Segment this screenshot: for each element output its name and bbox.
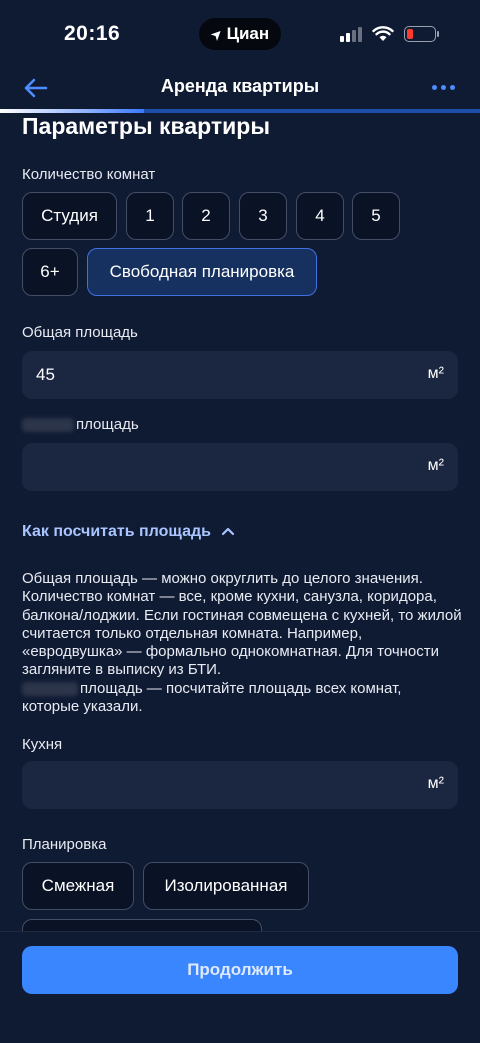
wifi-icon — [372, 26, 394, 41]
layout-chip-adjacent[interactable]: Смежная — [22, 862, 134, 910]
bottom-bar: Продолжить — [0, 931, 480, 1043]
living-area-field: м² — [22, 443, 458, 491]
layout-chip-more[interactable] — [22, 919, 262, 931]
continue-button[interactable]: Продолжить — [22, 946, 458, 994]
room-chip-5[interactable]: 5 — [352, 192, 400, 240]
nav-title: Аренда квартиры — [160, 76, 320, 96]
status-bar: 20:16 ➤ Циан — [0, 0, 480, 66]
rooms-label: Количество комнат — [22, 166, 156, 183]
location-arrow-icon: ➤ — [206, 23, 227, 44]
room-chip-free-layout[interactable]: Свободная планировка — [87, 248, 317, 296]
blurred-word — [22, 681, 78, 696]
total-area-unit: м² — [427, 365, 444, 382]
kitchen-unit: м² — [427, 775, 444, 792]
room-chip-2[interactable]: 2 — [182, 192, 230, 240]
living-area-unit: м² — [427, 457, 444, 474]
signal-icon — [340, 26, 362, 42]
status-time: 20:16 — [64, 22, 121, 45]
page-heading: Параметры квартиры — [22, 113, 270, 139]
kitchen-field: м² — [22, 761, 458, 809]
more-button[interactable] — [428, 72, 458, 102]
more-dots-icon — [431, 84, 437, 90]
chevron-up-icon — [221, 527, 235, 536]
howto-toggle[interactable]: Как посчитать площадь — [22, 523, 235, 541]
room-chip-3[interactable]: 3 — [239, 192, 287, 240]
carrier-pill: ➤ Циан — [199, 18, 281, 50]
layout-chip-isolated[interactable]: Изолированная — [143, 862, 309, 910]
room-chip-6plus[interactable]: 6+ — [22, 248, 78, 296]
blurred-word — [22, 418, 74, 433]
howto-label: Как посчитать площадь — [22, 523, 211, 540]
layout-label: Планировка — [22, 836, 107, 853]
form-content[interactable]: Параметры квартиры Количество комнат Сту… — [0, 113, 480, 931]
kitchen-input[interactable] — [22, 761, 458, 809]
nav-bar: Аренда квартиры — [0, 66, 480, 110]
room-chip-studio[interactable]: Студия — [22, 192, 117, 240]
help-text: Общая площадь — можно округлить до целог… — [22, 570, 462, 716]
kitchen-label: Кухня — [22, 736, 63, 753]
room-chip-1[interactable]: 1 — [126, 192, 174, 240]
battery-icon — [404, 26, 439, 42]
status-icons — [340, 26, 439, 42]
living-area-label: площадь — [22, 416, 139, 433]
living-area-input[interactable] — [22, 443, 458, 491]
room-chip-4[interactable]: 4 — [296, 192, 344, 240]
total-area-field: м² — [22, 351, 458, 399]
carrier-name: Циан — [226, 24, 270, 43]
total-area-input[interactable] — [22, 351, 458, 399]
total-area-label: Общая площадь — [22, 324, 138, 341]
